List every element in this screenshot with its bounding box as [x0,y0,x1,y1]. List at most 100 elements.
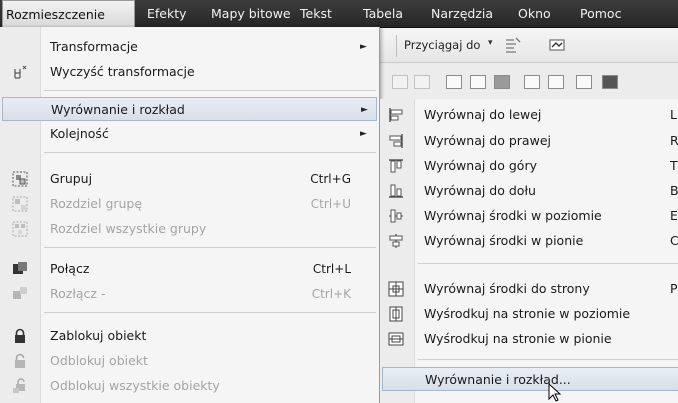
submenu-item-align-left[interactable]: Wyrównaj do lewej L [380,103,678,127]
menu-efekty[interactable]: Efekty [147,0,187,27]
combine-icon [13,262,27,274]
submenu-item-center-page-horizontal[interactable]: Wyśrodkuj na stronie w poziomie [380,302,678,326]
submenu-item-shortcut: T [670,158,678,173]
menu-narzedzia[interactable]: Narzędzia [431,0,493,27]
menu-separator [44,312,376,313]
menu-item-rozdziel-grupe[interactable]: Rozdziel grupę Ctrl+U [0,192,379,216]
center-on-page-horizontal-icon [389,306,403,322]
menu-item-polacz[interactable]: Połącz Ctrl+L [0,257,379,281]
menu-item-shortcut: Ctrl+U [310,197,351,211]
submenu-item-align-right[interactable]: Wyrównaj do prawej R [380,129,678,153]
menu-item-shortcut: Ctrl+G [310,172,351,186]
snap-to-button[interactable]: Przyciągaj do [404,38,480,52]
menu-item-label: Rozłącz - [50,286,106,301]
align-tool-icon[interactable] [470,75,486,89]
submenu-item-align-centers-vertical[interactable]: Wyrównaj środki w pionie C [380,229,678,253]
menu-item-zablokuj-obiekt[interactable]: Zablokuj obiekt [0,324,379,348]
align-tool-icon[interactable] [524,75,540,89]
submenu-item-align-centers-to-page[interactable]: Wyrównaj środki do strony P [380,277,678,301]
menu-okno[interactable]: Okno [518,0,551,27]
menu-separator [44,90,376,91]
break-apart-icon [13,287,27,299]
align-right-icon [389,134,403,148]
align-tool-icon[interactable] [446,75,462,89]
submenu-item-shortcut: R [670,133,678,148]
menu-item-odblokuj-wszystkie-obiekty[interactable]: Odblokuj wszystkie obiekty [0,374,379,398]
center-on-page-vertical-icon [388,332,404,346]
submenu-separator [418,263,678,264]
align-tool-icon[interactable] [414,75,430,89]
menu-item-wyczysc-transformacje[interactable]: Wyczyść transformacje [0,60,379,84]
menu-item-label: Rozdziel wszystkie grupy [50,221,207,236]
submenu-item-shortcut: P [670,281,678,296]
align-left-icon [389,108,403,122]
submenu-arrow-icon: ► [360,129,367,139]
align-tool-icon[interactable] [576,75,592,89]
submenu-item-label: Wyśrodkuj na stronie w poziomie [424,306,631,321]
ungroup-icon [12,196,28,212]
menu-tabela[interactable]: Tabela [363,0,403,27]
align-tool-icon[interactable] [494,75,510,89]
submenu-item-label: Wyrównaj środki w poziomie [424,208,602,223]
lock-icon [15,328,25,343]
submenu-item-label: Wyrównaj do dołu [424,183,536,198]
menu-item-kolejnosc[interactable]: Kolejność ► [0,122,379,146]
mouse-cursor-icon [548,383,562,402]
submenu-item-align-centers-horizontal[interactable]: Wyrównaj środki w poziomie E [380,204,678,228]
menu-rozmieszczenie[interactable]: Rozmieszczenie [2,0,135,27]
submenu-separator [418,359,678,360]
menu-item-transformacje[interactable]: Transformacje ► [0,35,379,59]
align-to-page-center-icon [388,281,404,297]
ungroup-all-icon [12,221,28,237]
submenu-item-shortcut: C [670,233,678,248]
unlock-icon [15,353,25,368]
submenu-item-label: Wyśrodkuj na stronie w pionie [424,331,612,346]
menu-item-odblokuj-obiekt[interactable]: Odblokuj obiekt [0,349,379,373]
align-tool-icon[interactable] [392,75,408,89]
menu-item-label: Transformacje [50,39,138,54]
menu-item-label: Połącz [50,261,90,276]
menu-separator [44,247,376,248]
align-toolbar [380,63,678,100]
submenu-item-shortcut: L [670,107,677,122]
menu-item-label: Rozdziel grupę [50,196,143,211]
align-tool-icon[interactable] [602,75,618,89]
toolbar-separator [396,35,397,57]
submenu-item-align-top[interactable]: Wyrównaj do góry T [380,154,678,178]
snap-grid-icon[interactable] [504,36,522,54]
align-top-icon [389,159,403,173]
menu-item-shortcut: Ctrl+L [312,262,351,276]
wyrownanie-submenu: Wyrównaj do lewej L Wyrównaj do prawej R… [379,99,678,403]
menu-item-label: Wyczyść transformacje [50,64,195,79]
align-center-horizontal-icon [389,209,403,223]
menu-tekst[interactable]: Tekst [300,0,332,27]
menubar: Rozmieszczenie Efekty Mapy bitowe Tekst … [0,0,678,28]
submenu-item-label: Wyrównaj do prawej [424,133,551,148]
menu-item-wyrownanie-i-rozklad[interactable]: Wyrównanie i rozkład ► [2,97,377,121]
menu-item-label: Odblokuj obiekt [50,353,148,368]
submenu-item-shortcut: B [670,183,678,198]
menu-item-rozdziel-wszystkie-grupy[interactable]: Rozdziel wszystkie grupy [0,217,379,241]
submenu-item-align-distribute-dialog[interactable]: Wyrównanie i rozkład... [382,367,678,391]
menu-pomoc[interactable]: Pomoc [580,0,621,27]
submenu-item-label: Wyrównaj środki w pionie [424,233,584,248]
submenu-item-center-page-vertical[interactable]: Wyśrodkuj na stronie w pionie [380,327,678,351]
menu-item-label: Wyrównanie i rozkład [51,102,185,117]
menu-item-grupuj[interactable]: Grupuj Ctrl+G [0,167,379,191]
clear-transformations-icon [14,65,27,79]
snap-dropdown-arrow-icon[interactable]: ▾ [488,38,493,48]
align-tool-icon[interactable] [548,75,564,89]
options-icon[interactable] [548,36,566,54]
menu-item-label: Odblokuj wszystkie obiekty [50,378,220,393]
rozmieszczenie-dropdown: Transformacje ► Wyczyść transformacje Wy… [0,27,380,403]
align-bottom-icon [389,184,403,198]
menu-item-label: Zablokuj obiekt [50,328,147,343]
menu-mapy-bitowe[interactable]: Mapy bitowe [211,0,291,27]
unlock-all-icon [13,378,25,393]
menu-item-rozlacz[interactable]: Rozłącz - Ctrl+K [0,282,379,306]
submenu-arrow-icon: ► [361,105,368,115]
align-center-vertical-icon [389,234,403,248]
submenu-item-align-bottom[interactable]: Wyrównaj do dołu B [380,179,678,203]
submenu-item-label: Wyrównaj do góry [424,158,537,173]
menu-item-shortcut: Ctrl+K [311,287,351,301]
